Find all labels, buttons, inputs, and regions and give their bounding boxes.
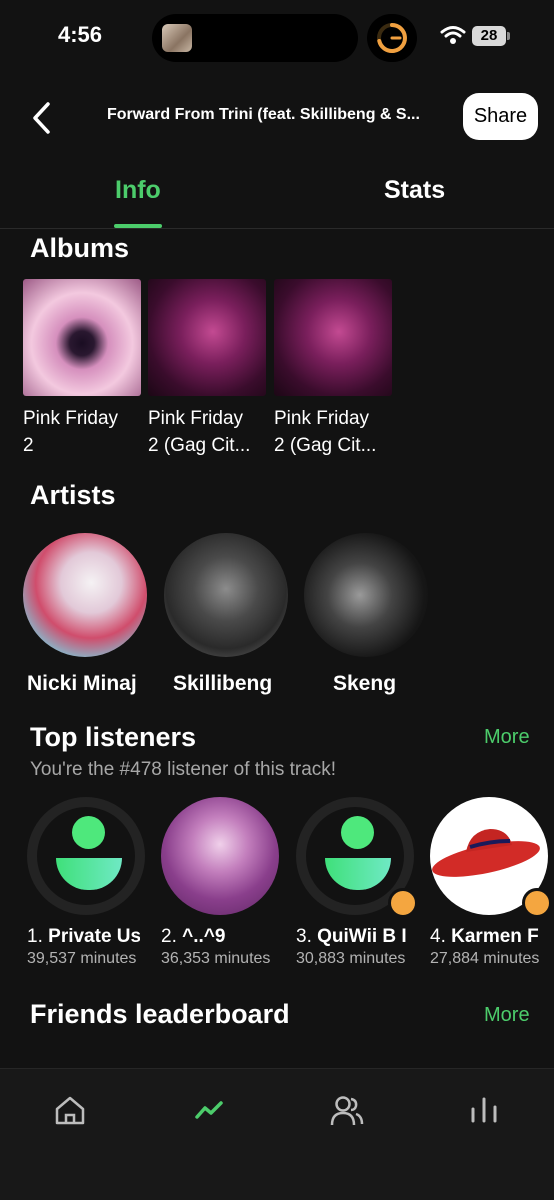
track-title: Forward From Trini (feat. Skillibeng & S…	[107, 106, 420, 123]
listener-minutes: 30,883 minutes	[296, 950, 406, 967]
bottom-nav-bar	[0, 1068, 554, 1200]
charts-icon[interactable]	[469, 1095, 499, 1125]
timer-ring-icon	[377, 23, 407, 53]
listener-rank: 2.	[161, 926, 177, 947]
top-listeners-heading: Top listeners	[30, 722, 197, 752]
listener-rank: 4.	[430, 926, 446, 947]
user-placeholder-head	[72, 816, 105, 849]
listener-username: QuiWii B I	[317, 926, 407, 947]
avatar-inner	[306, 807, 404, 905]
listener-avatar-private[interactable]	[27, 797, 145, 915]
battery-indicator: 28	[472, 26, 506, 46]
tab-divider	[0, 228, 554, 229]
top-listeners-more-link[interactable]: More	[484, 726, 530, 749]
battery-nub	[507, 32, 510, 40]
artists-heading: Artists	[30, 480, 116, 510]
artist-name[interactable]: Skeng	[333, 672, 396, 696]
share-button[interactable]: Share	[463, 93, 538, 140]
tab-info[interactable]: Info	[115, 176, 161, 205]
user-placeholder-body	[325, 858, 391, 890]
listener-username: ^..^9	[182, 926, 226, 947]
back-arrow-icon[interactable]	[28, 100, 58, 136]
listener-name[interactable]: 3. QuiWii B I	[296, 926, 409, 948]
listener-username: Private Us	[48, 926, 140, 947]
listener-name[interactable]: 2. ^..^9	[161, 926, 274, 948]
avatar-inner	[37, 807, 135, 905]
listener-minutes: 36,353 minutes	[161, 950, 271, 967]
listener-name[interactable]: 4. Karmen F	[430, 926, 548, 948]
album-cover[interactable]	[23, 279, 141, 396]
now-playing-thumbnail[interactable]	[162, 24, 192, 52]
activity-ring-pill	[367, 14, 417, 62]
album-title-line: Pink Friday	[274, 408, 370, 429]
friends-leaderboard-more-link[interactable]: More	[484, 1004, 530, 1027]
listener-minutes: 39,537 minutes	[27, 950, 137, 967]
wifi-icon	[440, 26, 466, 44]
listener-avatar[interactable]	[161, 797, 279, 915]
trending-icon[interactable]	[194, 1095, 224, 1125]
listener-minutes: 27,884 minutes	[430, 950, 540, 967]
friends-leaderboard-heading: Friends leaderboard	[30, 999, 290, 1029]
album-title-line: 2	[23, 435, 34, 456]
user-placeholder-body	[56, 858, 122, 890]
home-icon[interactable]	[54, 1095, 86, 1125]
listener-username: Karmen F	[451, 926, 539, 947]
artist-photo[interactable]	[164, 533, 288, 657]
artist-photo[interactable]	[23, 533, 147, 657]
album-title-line: Pink Friday	[23, 408, 119, 429]
artist-photo[interactable]	[304, 533, 428, 657]
album-cover[interactable]	[274, 279, 392, 396]
albums-heading: Albums	[30, 233, 130, 263]
friends-icon[interactable]	[330, 1095, 364, 1127]
album-title[interactable]: Pink Friday 2 (Gag Cit...	[148, 405, 266, 459]
listener-rank-subtitle: You're the #478 listener of this track!	[30, 759, 337, 780]
tab-stats[interactable]: Stats	[384, 176, 445, 205]
album-title-line: Pink Friday	[148, 408, 244, 429]
status-badge	[388, 888, 418, 918]
listener-rank: 3.	[296, 926, 312, 947]
album-cover[interactable]	[148, 279, 266, 396]
artist-name[interactable]: Skillibeng	[173, 672, 272, 696]
album-title-line: 2 (Gag Cit...	[148, 435, 251, 456]
album-title[interactable]: Pink Friday 2	[23, 405, 141, 459]
listener-rank: 1.	[27, 926, 43, 947]
user-placeholder-head	[341, 816, 374, 849]
album-title[interactable]: Pink Friday 2 (Gag Cit...	[274, 405, 392, 459]
status-badge	[522, 888, 552, 918]
album-title-line: 2 (Gag Cit...	[274, 435, 377, 456]
status-time: 4:56	[58, 22, 103, 47]
artist-name[interactable]: Nicki Minaj	[27, 672, 137, 696]
listener-name[interactable]: 1. Private Us	[27, 926, 140, 948]
